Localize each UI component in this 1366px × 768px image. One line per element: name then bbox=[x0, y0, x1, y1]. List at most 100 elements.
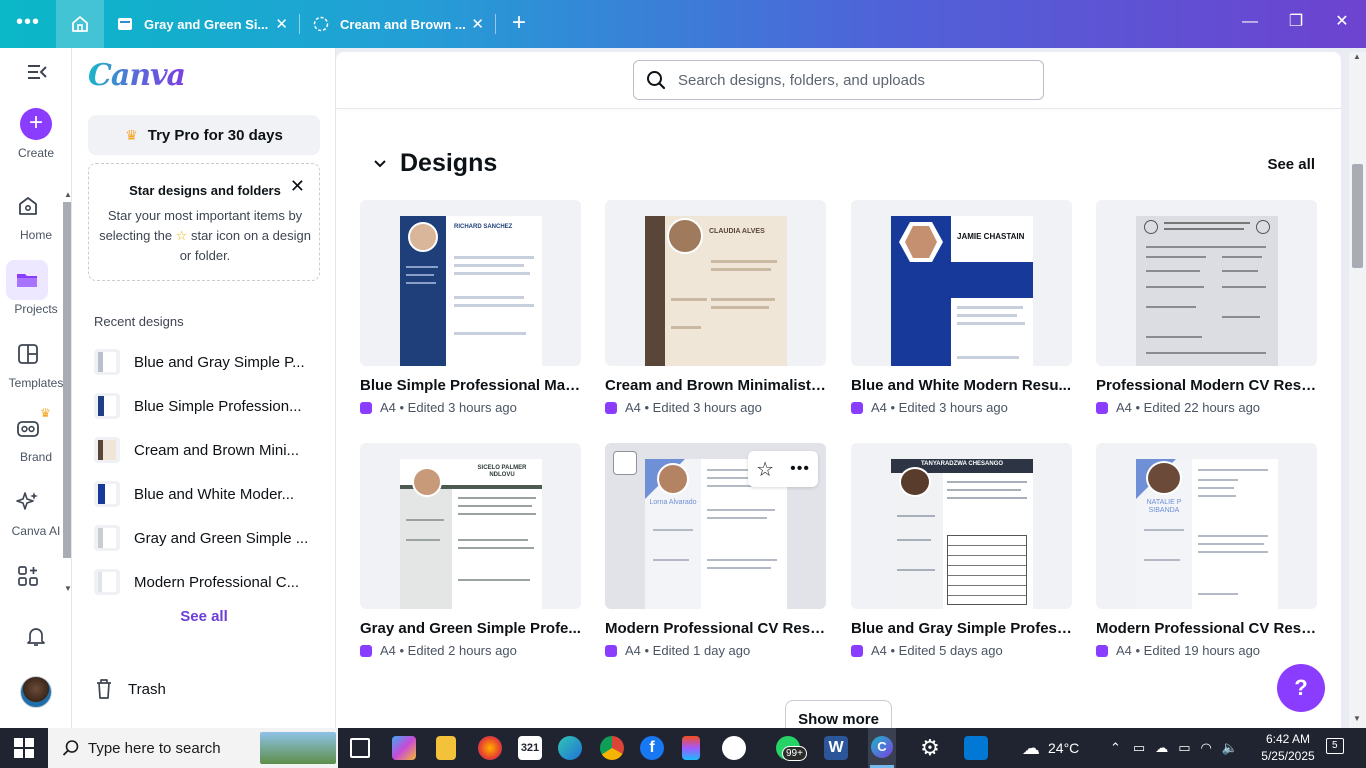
section-title: Designs bbox=[400, 149, 498, 177]
minimize-icon[interactable]: — bbox=[1238, 10, 1262, 34]
trash-label: Trash bbox=[128, 680, 166, 698]
folder-icon[interactable] bbox=[15, 268, 39, 292]
design-meta: A4 • Edited 3 hours ago bbox=[851, 400, 1072, 415]
meet-now-icon[interactable]: ▭ bbox=[1133, 740, 1145, 756]
more-options-icon[interactable]: ••• bbox=[790, 460, 810, 478]
rail-scrollbar[interactable]: ▲ ▼ bbox=[62, 190, 72, 598]
trash-link[interactable]: Trash bbox=[94, 678, 166, 700]
browser-home-button[interactable] bbox=[56, 0, 104, 48]
facebook-icon[interactable]: f bbox=[640, 736, 664, 760]
design-meta-text: A4 • Edited 5 days ago bbox=[871, 643, 1003, 658]
calendar-icon[interactable]: 321 bbox=[518, 736, 542, 760]
thumbnail-heading: CLAUDIA ALVES bbox=[709, 228, 765, 235]
design-card[interactable]: SICELO PALMER NDLOVU Gray and Green Simp… bbox=[360, 443, 581, 658]
help-button[interactable]: ? bbox=[1277, 664, 1325, 712]
chat-app-icon[interactable] bbox=[722, 736, 746, 760]
star-icon: ☆ bbox=[175, 228, 188, 243]
recent-design-item[interactable]: Blue and Gray Simple P... bbox=[94, 344, 324, 380]
recent-design-item[interactable]: Modern Professional C... bbox=[94, 564, 324, 600]
show-more-button[interactable]: Show more bbox=[785, 700, 892, 728]
design-thumbnail bbox=[94, 525, 120, 551]
word-icon[interactable]: W bbox=[824, 736, 848, 760]
try-pro-button[interactable]: ♛ Try Pro for 30 days bbox=[88, 115, 320, 155]
main-content: Designs See all RICHARD SANCHEZ bbox=[336, 48, 1366, 728]
design-card[interactable]: Professional Modern CV Resu... A4 • Edit… bbox=[1096, 200, 1317, 415]
canva-logo[interactable]: Canva bbox=[88, 58, 186, 93]
star-icon[interactable]: ☆ bbox=[756, 457, 774, 482]
tab-label: Cream and Brown ... bbox=[340, 16, 466, 32]
file-explorer-icon[interactable] bbox=[436, 736, 456, 760]
firefox-icon[interactable] bbox=[478, 736, 502, 760]
tab-gray-green[interactable]: Gray and Green Si... ✕ bbox=[116, 6, 298, 42]
new-tab-icon[interactable]: + bbox=[508, 10, 530, 36]
see-all-designs-link[interactable]: See all bbox=[1267, 156, 1315, 173]
main-scrollbar[interactable]: ▲ ▼ bbox=[1349, 52, 1366, 728]
design-title: Blue Simple Professional Mar... bbox=[360, 377, 581, 394]
figma-icon[interactable] bbox=[682, 736, 700, 760]
restore-icon[interactable]: ❐ bbox=[1284, 10, 1308, 34]
notifications-icon[interactable]: 5 bbox=[1326, 738, 1346, 758]
designs-card: Designs See all RICHARD SANCHEZ bbox=[336, 52, 1341, 728]
canva-taskbar-active[interactable]: C bbox=[868, 728, 896, 768]
copilot-icon[interactable] bbox=[392, 736, 416, 760]
tab-cream-brown[interactable]: Cream and Brown ... ✕ bbox=[312, 6, 494, 42]
close-window-icon[interactable]: ✕ bbox=[1330, 10, 1354, 34]
collapse-sidebar-icon[interactable] bbox=[26, 62, 48, 82]
design-card[interactable]: NATALIE P SIBANDA Modern Professional CV… bbox=[1096, 443, 1317, 658]
weather-widget[interactable]: ☁ 24°C bbox=[1022, 728, 1079, 768]
battery-icon[interactable]: ▭ bbox=[1178, 740, 1190, 756]
canva-doc-icon bbox=[851, 644, 863, 657]
windows-start-icon[interactable] bbox=[14, 738, 34, 758]
search-input[interactable] bbox=[678, 71, 1018, 89]
templates-icon[interactable] bbox=[16, 342, 40, 366]
weather-icon: ☁ bbox=[1022, 737, 1040, 758]
avatar[interactable] bbox=[20, 676, 52, 708]
settings-icon[interactable]: ⚙ bbox=[918, 736, 942, 760]
edge-icon[interactable] bbox=[558, 736, 582, 760]
task-view-icon[interactable] bbox=[350, 738, 370, 758]
recent-design-item[interactable]: Blue Simple Profession... bbox=[94, 388, 324, 424]
recent-design-item[interactable]: Blue and White Moder... bbox=[94, 476, 324, 512]
close-icon[interactable]: ✕ bbox=[275, 15, 288, 33]
recent-design-item[interactable]: Cream and Brown Mini... bbox=[94, 432, 324, 468]
volume-icon[interactable]: 🔈 bbox=[1222, 740, 1238, 756]
select-checkbox[interactable] bbox=[613, 451, 637, 475]
clock[interactable]: 6:42 AM 5/25/2025 bbox=[1258, 731, 1318, 765]
create-button[interactable]: + bbox=[20, 108, 52, 140]
card-actions: ☆ ••• bbox=[748, 451, 818, 487]
chevron-up-icon[interactable]: ⌃ bbox=[1110, 740, 1121, 756]
home-icon[interactable] bbox=[16, 194, 40, 218]
design-meta: A4 • Edited 3 hours ago bbox=[605, 400, 826, 415]
taskbar-search[interactable]: Type here to search bbox=[48, 728, 338, 768]
wifi-icon[interactable]: ◠ bbox=[1201, 740, 1212, 756]
design-card[interactable]: Lorna Alvarado ☆ ••• Modern Professional… bbox=[605, 443, 826, 658]
design-thumbnail: NATALIE P SIBANDA bbox=[1096, 443, 1317, 609]
brand-icon[interactable] bbox=[16, 416, 40, 440]
browser-menu-icon[interactable]: ••• bbox=[14, 12, 42, 36]
search-icon bbox=[647, 71, 666, 90]
tab-divider bbox=[299, 14, 300, 34]
recent-design-item[interactable]: Gray and Green Simple ... bbox=[94, 520, 324, 556]
see-all-recent-link[interactable]: See all bbox=[72, 608, 336, 625]
design-thumbnail: SICELO PALMER NDLOVU bbox=[360, 443, 581, 609]
vscode-icon[interactable] bbox=[964, 736, 988, 760]
design-title: Cream and Brown Minimalist ... bbox=[605, 377, 826, 394]
chevron-down-icon[interactable] bbox=[372, 156, 388, 172]
bell-icon[interactable] bbox=[24, 624, 48, 648]
search-bar[interactable] bbox=[633, 60, 1044, 100]
design-card[interactable]: RICHARD SANCHEZ Blue Simple Professional… bbox=[360, 200, 581, 415]
design-title: Blue and White Modern Resu... bbox=[851, 377, 1072, 394]
recent-design-label: Modern Professional C... bbox=[134, 573, 300, 591]
design-meta: A4 • Edited 22 hours ago bbox=[1096, 400, 1317, 415]
close-icon[interactable]: ✕ bbox=[290, 176, 305, 197]
design-card[interactable]: CLAUDIA ALVES Cream and Brown Minimalist… bbox=[605, 200, 826, 415]
canva-doc-icon bbox=[1096, 644, 1108, 657]
apps-icon[interactable] bbox=[16, 564, 40, 588]
design-card[interactable]: JAMIE CHASTAIN Blue and White Modern Res… bbox=[851, 200, 1072, 415]
close-icon[interactable]: ✕ bbox=[471, 15, 484, 33]
chrome-icon[interactable] bbox=[600, 736, 624, 760]
sparkle-icon[interactable] bbox=[16, 490, 40, 514]
onedrive-icon[interactable]: ☁ bbox=[1155, 740, 1168, 756]
design-title: Modern Professional CV Resu... bbox=[605, 620, 826, 637]
design-card[interactable]: TANYARADZWA CHESANGO Blue and Gray Simpl… bbox=[851, 443, 1072, 658]
